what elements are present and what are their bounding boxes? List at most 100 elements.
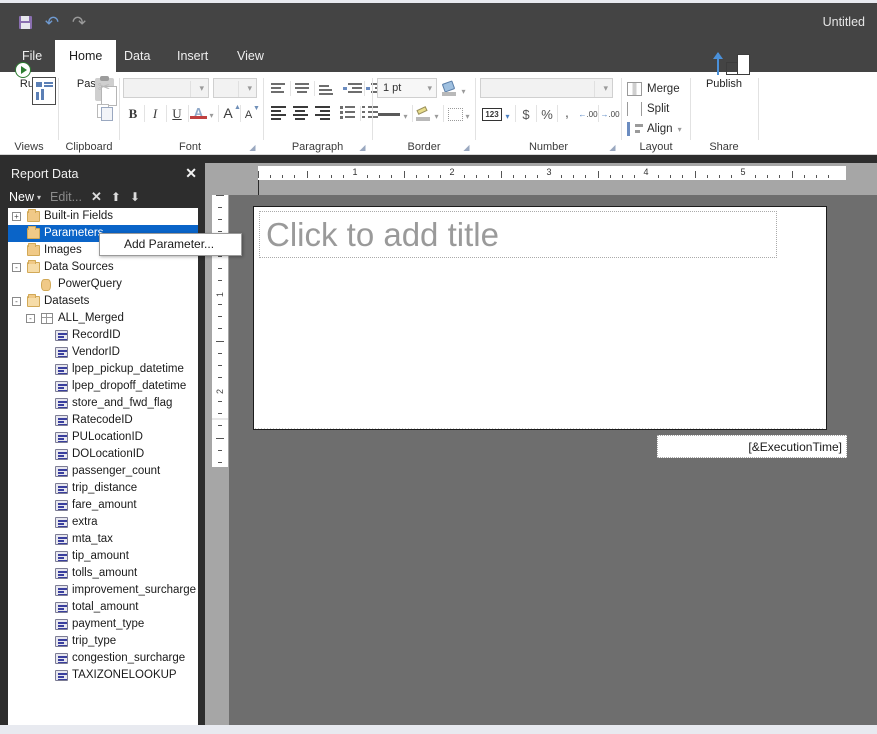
decrease-indent-button[interactable] (343, 79, 363, 99)
tab-view[interactable]: View (223, 40, 278, 72)
number-category-button[interactable]: 123 (481, 103, 503, 125)
publish-button[interactable]: Publish (697, 77, 751, 135)
ruler-tick (767, 175, 768, 178)
execution-time-textbox[interactable]: [&ExecutionTime] (657, 435, 847, 458)
align-right-button[interactable] (312, 104, 332, 124)
font-size-combo[interactable]: ▾ (213, 78, 257, 98)
align-left-button[interactable] (268, 104, 288, 124)
expand-icon[interactable]: + (12, 212, 21, 221)
tree-node[interactable]: PowerQuery (8, 276, 198, 293)
tree-node[interactable]: payment_type (8, 616, 198, 633)
tree-node[interactable]: passenger_count (8, 463, 198, 480)
tree-node[interactable]: lpep_pickup_datetime (8, 361, 198, 378)
underline-button[interactable]: U (168, 103, 186, 125)
tree-node[interactable]: total_amount (8, 599, 198, 616)
number-category-dropdown[interactable]: ▾ (503, 105, 512, 127)
ribbon: Run Views Paste ✂ Clipboard ▾ ▾ B (0, 72, 877, 155)
border-width-combo[interactable]: 1 pt ▾ (377, 78, 437, 98)
tree-node[interactable]: trip_type (8, 633, 198, 650)
border-fill-button[interactable] (440, 78, 460, 100)
decrease-decimal-button[interactable]: →.00 (599, 103, 621, 125)
edit-button[interactable]: Edit... (50, 190, 82, 204)
tree-node[interactable]: mta_tax (8, 531, 198, 548)
split-button[interactable]: Split (627, 100, 669, 118)
move-down-icon[interactable]: ⬇ (130, 190, 140, 204)
menu-item-add-parameter[interactable]: Add Parameter... (100, 234, 241, 255)
new-button[interactable]: New (9, 190, 34, 204)
font-dialog-launcher[interactable]: ◢ (248, 142, 257, 151)
paragraph-dialog-launcher[interactable]: ◢ (358, 142, 367, 151)
border-style-dropdown[interactable]: ▾ (463, 105, 472, 127)
tree-node[interactable]: congestion_surcharge (8, 650, 198, 667)
design-surface[interactable]: 12345 Click to add title [&ExecutionTime… (229, 163, 877, 725)
tree-node-label: DOLocationID (72, 446, 144, 463)
close-icon[interactable]: ✕ (185, 165, 197, 182)
cut-button[interactable]: ✂ (93, 76, 115, 98)
report-page[interactable]: Click to add title [&ExecutionTime] (253, 206, 827, 430)
group-separator (372, 78, 373, 140)
italic-button[interactable]: I (146, 103, 164, 125)
tree-node[interactable]: RecordID (8, 327, 198, 344)
tree-node[interactable]: DOLocationID (8, 446, 198, 463)
undo-icon[interactable]: ↶ (43, 13, 61, 31)
tree-node[interactable]: +Built-in Fields (8, 208, 198, 225)
bold-button[interactable]: B (124, 103, 142, 125)
percent-button[interactable]: % (538, 103, 556, 125)
tree-node[interactable]: -Data Sources (8, 259, 198, 276)
align-bottom-button[interactable] (316, 79, 336, 99)
ruler-tick (218, 316, 222, 317)
tree-node[interactable]: improvement_surcharge (8, 582, 198, 599)
tree-node[interactable]: tip_amount (8, 548, 198, 565)
tree-node[interactable]: fare_amount (8, 497, 198, 514)
tree-node[interactable]: -ALL_Merged (8, 310, 198, 327)
tree-node[interactable]: -Datasets (8, 293, 198, 310)
tree-node[interactable]: tolls_amount (8, 565, 198, 582)
border-color-dropdown[interactable]: ▾ (432, 105, 441, 127)
tree-node[interactable]: PULocationID (8, 429, 198, 446)
tree-node[interactable]: RatecodeID (8, 412, 198, 429)
copy-button[interactable] (93, 100, 115, 122)
bullet-list-button[interactable] (339, 104, 359, 124)
number-dialog-launcher[interactable]: ◢ (608, 142, 617, 151)
redo-icon[interactable]: ↷ (70, 13, 88, 31)
increase-decimal-button[interactable]: ←.00 (577, 103, 599, 125)
font-family-combo[interactable]: ▾ (123, 78, 209, 98)
border-dialog-launcher[interactable]: ◢ (462, 142, 471, 151)
align-button[interactable]: Align ▾ (627, 120, 682, 138)
align-top-button[interactable] (268, 79, 288, 99)
border-fill-dropdown[interactable]: ▾ (459, 80, 468, 102)
border-color-button[interactable] (414, 103, 434, 125)
new-dropdown-icon[interactable]: ▾ (37, 193, 41, 202)
collapse-icon[interactable]: - (12, 297, 21, 306)
move-up-icon[interactable]: ⬆ (111, 190, 121, 204)
tree-node[interactable]: store_and_fwd_flag (8, 395, 198, 412)
border-line-style-dropdown[interactable]: ▾ (401, 105, 410, 127)
tree-node[interactable]: lpep_dropoff_datetime (8, 378, 198, 395)
tab-insert[interactable]: Insert (163, 40, 222, 72)
ruler-tick (307, 171, 308, 178)
delete-x-icon[interactable]: ✕ (91, 189, 102, 205)
tree-node[interactable]: TAXIZONELOOKUP (8, 667, 198, 684)
tab-data[interactable]: Data (110, 40, 164, 72)
tree-node[interactable]: extra (8, 514, 198, 531)
tab-home[interactable]: Home (55, 40, 116, 72)
number-format-combo[interactable]: ▾ (480, 78, 613, 98)
font-color-button[interactable]: A (190, 101, 207, 123)
report-data-tree[interactable]: +Built-in FieldsParametersImages-Data So… (8, 208, 198, 734)
tree-node[interactable]: trip_distance (8, 480, 198, 497)
tree-node[interactable]: VendorID (8, 344, 198, 361)
run-button[interactable]: Run (8, 77, 52, 135)
merge-button[interactable]: Merge (627, 80, 680, 98)
border-style-button[interactable] (445, 103, 465, 125)
font-color-dropdown[interactable]: ▾ (207, 104, 216, 126)
align-middle-button[interactable] (292, 79, 312, 99)
report-title-textbox[interactable]: Click to add title (259, 211, 777, 258)
border-line-style-button[interactable] (376, 103, 402, 125)
collapse-icon[interactable]: - (12, 263, 21, 272)
comma-style-button[interactable]: , (559, 101, 575, 123)
save-icon[interactable] (16, 13, 34, 31)
currency-button[interactable]: $ (517, 103, 535, 125)
collapse-icon[interactable]: - (26, 314, 35, 323)
align-center-button[interactable] (290, 104, 310, 124)
execution-time-expression: [&ExecutionTime] (748, 440, 842, 454)
